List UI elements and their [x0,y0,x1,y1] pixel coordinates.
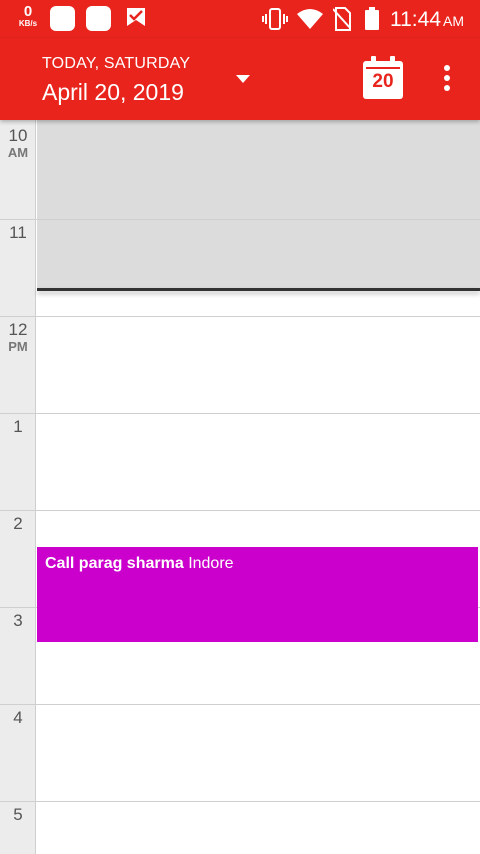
no-sim-icon [333,7,351,31]
hour-label-11am: 11 [9,223,27,242]
battery-icon [365,7,379,30]
hour-grid-line [0,413,480,414]
past-time-area [37,120,480,290]
wifi-icon [297,9,323,29]
event-location: Indore [188,555,234,572]
more-options-icon[interactable] [436,64,458,92]
current-time-indicator [37,288,480,291]
app-notification-icon [86,6,111,31]
hour-grid-line [0,219,480,220]
network-speed-value: 0 [23,3,33,20]
hour-grid-line [0,801,480,802]
app-toolbar: TODAY, SATURDAY April 20, 2019 20 [0,38,480,120]
today-label[interactable]: TODAY, SATURDAY [42,55,190,73]
hour-label-10am: 10 AM [7,126,29,161]
calendar-event[interactable]: Call parag sharma Indore [37,547,478,642]
clock: 11:44 AM [390,8,464,32]
hour-grid-line [0,704,480,705]
clock-time: 11:44 [390,8,441,31]
vibrate-icon [262,8,288,30]
network-speed: 0 KB/s [13,4,43,28]
check-notification-icon [127,8,145,26]
status-bar: 0 KB/s 11:44 AM [0,0,480,38]
dropdown-arrow-icon[interactable] [236,75,250,83]
hour-label-3pm: 3 [13,611,23,630]
hour-label-4pm: 4 [13,708,23,727]
app-notification-icon [50,6,75,31]
hour-grid-line [0,510,480,511]
hour-label-2pm: 2 [13,514,23,533]
clock-ampm: AM [443,13,464,29]
hour-label-12pm: 12 PM [8,320,28,355]
hour-grid-line [0,316,480,317]
network-speed-unit: KB/s [18,19,38,28]
date-label[interactable]: April 20, 2019 [42,79,184,106]
hour-label-1pm: 1 [13,417,23,436]
hour-label-5pm: 5 [13,805,23,824]
go-to-today-button[interactable]: 20 [362,56,404,100]
day-timeline[interactable]: 10 AM 11 12 PM 1 2 3 4 5 Call parag sharma… [0,120,480,854]
calendar-day-number: 20 [372,71,394,92]
event-title: Call parag sharma [45,555,184,572]
